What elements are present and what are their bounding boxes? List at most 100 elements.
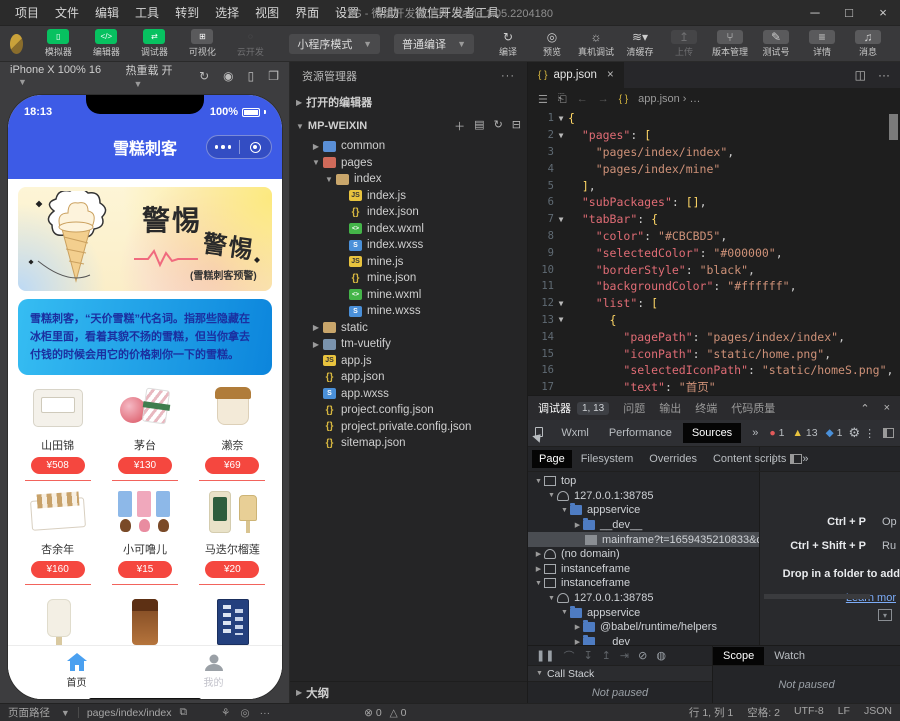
toolbar-button-云开发[interactable]: ◌云开发 <box>227 29 273 58</box>
phone-icon[interactable]: ▯ <box>248 69 255 83</box>
warning-banner[interactable]: 警惕 警惕 (雪糕刺客预警) <box>18 187 272 291</box>
record-icon[interactable]: ◉ <box>223 69 233 83</box>
editor-menu-icon[interactable]: ☰ <box>538 93 548 106</box>
action-详情[interactable]: ≡详情 <box>800 30 844 58</box>
open-editors-section[interactable]: ▶ 打开的编辑器 <box>290 90 527 114</box>
product-card[interactable] <box>101 599 188 651</box>
tree-item[interactable]: <>mine.wxml <box>290 287 527 304</box>
statusbar-indicator[interactable]: 空格: 2 <box>747 705 780 720</box>
statusbar-indicator[interactable]: 行 1, 列 1 <box>689 705 733 720</box>
editor-more-icon[interactable]: ··· <box>878 68 890 82</box>
action-版本管理[interactable]: ⑂版本管理 <box>708 30 752 58</box>
toolbar-button-模拟器[interactable]: ▯模拟器 <box>35 29 81 58</box>
product-card[interactable]: 茅台¥130 <box>101 385 188 481</box>
step-icon[interactable]: ⇥ <box>620 649 629 662</box>
miniapp-tab-我的[interactable]: 我的 <box>145 646 282 699</box>
step-into-icon[interactable]: ↧ <box>583 649 592 662</box>
devtools-tab-»[interactable]: » <box>743 423 767 443</box>
tree-item[interactable]: {}project.config.json <box>290 402 527 419</box>
eye-icon[interactable]: ◎ <box>240 707 249 719</box>
action-真机调试[interactable]: ☼真机调试 <box>574 30 618 58</box>
menu-item-编辑[interactable]: 编辑 <box>88 2 126 23</box>
action-上传[interactable]: ↥上传 <box>662 30 706 58</box>
refresh-icon[interactable]: ↻ <box>494 118 503 134</box>
statusbar-indicator[interactable]: JSON <box>864 705 892 720</box>
sources-tree-item[interactable]: ▶instanceframe <box>528 562 759 577</box>
step-over-icon[interactable]: ⌒ <box>563 648 574 664</box>
fold-icon[interactable]: ▼ <box>554 131 568 140</box>
pause-icon[interactable]: ❚❚ <box>536 649 554 662</box>
tree-item[interactable]: {}project.private.config.json <box>290 419 527 436</box>
editor-tab-appjson[interactable]: { } app.json × <box>528 62 624 88</box>
deactivate-breakpoints-icon[interactable]: ⊘ <box>638 649 647 662</box>
tab-Scope[interactable]: Scope <box>713 647 764 665</box>
action-消息[interactable]: ♫消息 <box>846 30 890 58</box>
code-area[interactable]: 1▼{2▼ "pages": [3 "pages/index/index",4 … <box>528 110 900 395</box>
tree-item[interactable]: {}sitemap.json <box>290 435 527 452</box>
tree-item[interactable]: <>index.wxml <box>290 221 527 238</box>
statusbar-indicator[interactable]: UTF-8 <box>794 705 824 720</box>
new-folder-icon[interactable]: ▤ <box>474 118 484 134</box>
sources-tree-item[interactable]: ▼top <box>528 474 759 489</box>
tree-item[interactable]: ▶static <box>290 320 527 337</box>
tree-item[interactable]: {}app.json <box>290 369 527 386</box>
sources-tree-item[interactable]: ▼appservice <box>528 605 759 620</box>
sources-tab-Overrides[interactable]: Overrides <box>642 450 704 468</box>
tree-item[interactable]: JSmine.js <box>290 254 527 271</box>
product-card[interactable] <box>189 599 276 651</box>
step-out-icon[interactable]: ↥ <box>602 649 611 662</box>
statusbar-warning-count[interactable]: △ 0 <box>390 707 407 719</box>
close-button[interactable]: × <box>866 0 900 26</box>
product-card[interactable]: 小可噜儿¥15 <box>101 489 188 585</box>
sources-tree-item[interactable]: ▶__dev__ <box>528 518 759 533</box>
action-编译[interactable]: ↻编译 <box>486 30 530 58</box>
tree-item[interactable]: ▶common <box>290 138 527 155</box>
breadcrumb[interactable]: app.json › … <box>638 93 700 105</box>
fold-icon[interactable]: ▼ <box>554 315 568 324</box>
fold-icon[interactable]: ▼ <box>554 215 568 224</box>
split-editor-icon[interactable]: ◫ <box>855 68 866 82</box>
sources-tree-item[interactable]: ▶@babel/runtime/helpers <box>528 620 759 635</box>
hot-reload-toggle[interactable]: 热重载 开 ▼ <box>125 62 189 90</box>
fold-icon[interactable]: ▼ <box>554 299 568 308</box>
menu-item-微信开发者工具[interactable]: 微信开发者工具 <box>408 2 506 23</box>
close-miniapp-icon[interactable] <box>240 142 272 153</box>
menu-item-设置[interactable]: 设置 <box>328 2 366 23</box>
menu-item-界面[interactable]: 界面 <box>288 2 326 23</box>
maximize-button[interactable]: □ <box>832 0 866 26</box>
warning-count[interactable]: 13 <box>793 427 818 439</box>
dock-side-icon[interactable] <box>883 428 894 438</box>
collapse-panel-icon[interactable]: ⌃ <box>860 402 869 415</box>
inspect-element-icon[interactable] <box>534 426 546 440</box>
debugger-tab-终端[interactable]: 终端 <box>695 400 717 416</box>
statusbar-more-icon[interactable]: ··· <box>260 707 271 719</box>
minimize-button[interactable]: ─ <box>798 0 832 26</box>
info-count[interactable]: 1 <box>826 427 843 439</box>
sources-tree-item[interactable]: ▶(no domain) <box>528 547 759 562</box>
debugger-tab-代码质量[interactable]: 代码质量 <box>731 400 775 416</box>
copy-path-icon[interactable]: ⧉ <box>180 706 188 719</box>
sources-tree-item[interactable]: ▼appservice <box>528 503 759 518</box>
tree-item[interactable]: ▶tm-vuetify <box>290 336 527 353</box>
device-selector[interactable]: iPhone X 100% 16 ▼ <box>10 64 115 88</box>
tree-item[interactable]: Sindex.wxss <box>290 237 527 254</box>
forward-icon[interactable]: → <box>598 93 609 105</box>
tab-Watch[interactable]: Watch <box>764 647 815 665</box>
toolbar-button-调试器[interactable]: ⇄调试器 <box>131 29 177 58</box>
gear-icon[interactable]: ⚙ <box>849 425 861 441</box>
sources-tree-item[interactable]: ▼127.0.0.1:38785 <box>528 489 759 504</box>
bug-icon[interactable]: ⚘ <box>221 707 230 719</box>
action-清缓存[interactable]: ≋▾清缓存 <box>618 30 662 58</box>
debugger-tab-输出[interactable]: 输出 <box>659 400 681 416</box>
toolbar-button-编辑器[interactable]: </>编辑器 <box>83 29 129 58</box>
menu-item-选择[interactable]: 选择 <box>208 2 246 23</box>
miniapp-tab-首页[interactable]: 首页 <box>8 646 145 699</box>
editor-scrollbar[interactable] <box>889 114 898 140</box>
navigator-toggle-icon[interactable] <box>790 454 802 464</box>
close-panel-icon[interactable]: × <box>884 402 890 415</box>
tree-item[interactable]: {}index.json <box>290 204 527 221</box>
sources-tab-Filesystem[interactable]: Filesystem <box>574 450 641 468</box>
mode-dropdown[interactable]: 小程序模式▼ <box>289 34 380 54</box>
devtools-tab-Sources[interactable]: Sources <box>683 423 741 443</box>
close-tab-icon[interactable]: × <box>607 69 614 81</box>
